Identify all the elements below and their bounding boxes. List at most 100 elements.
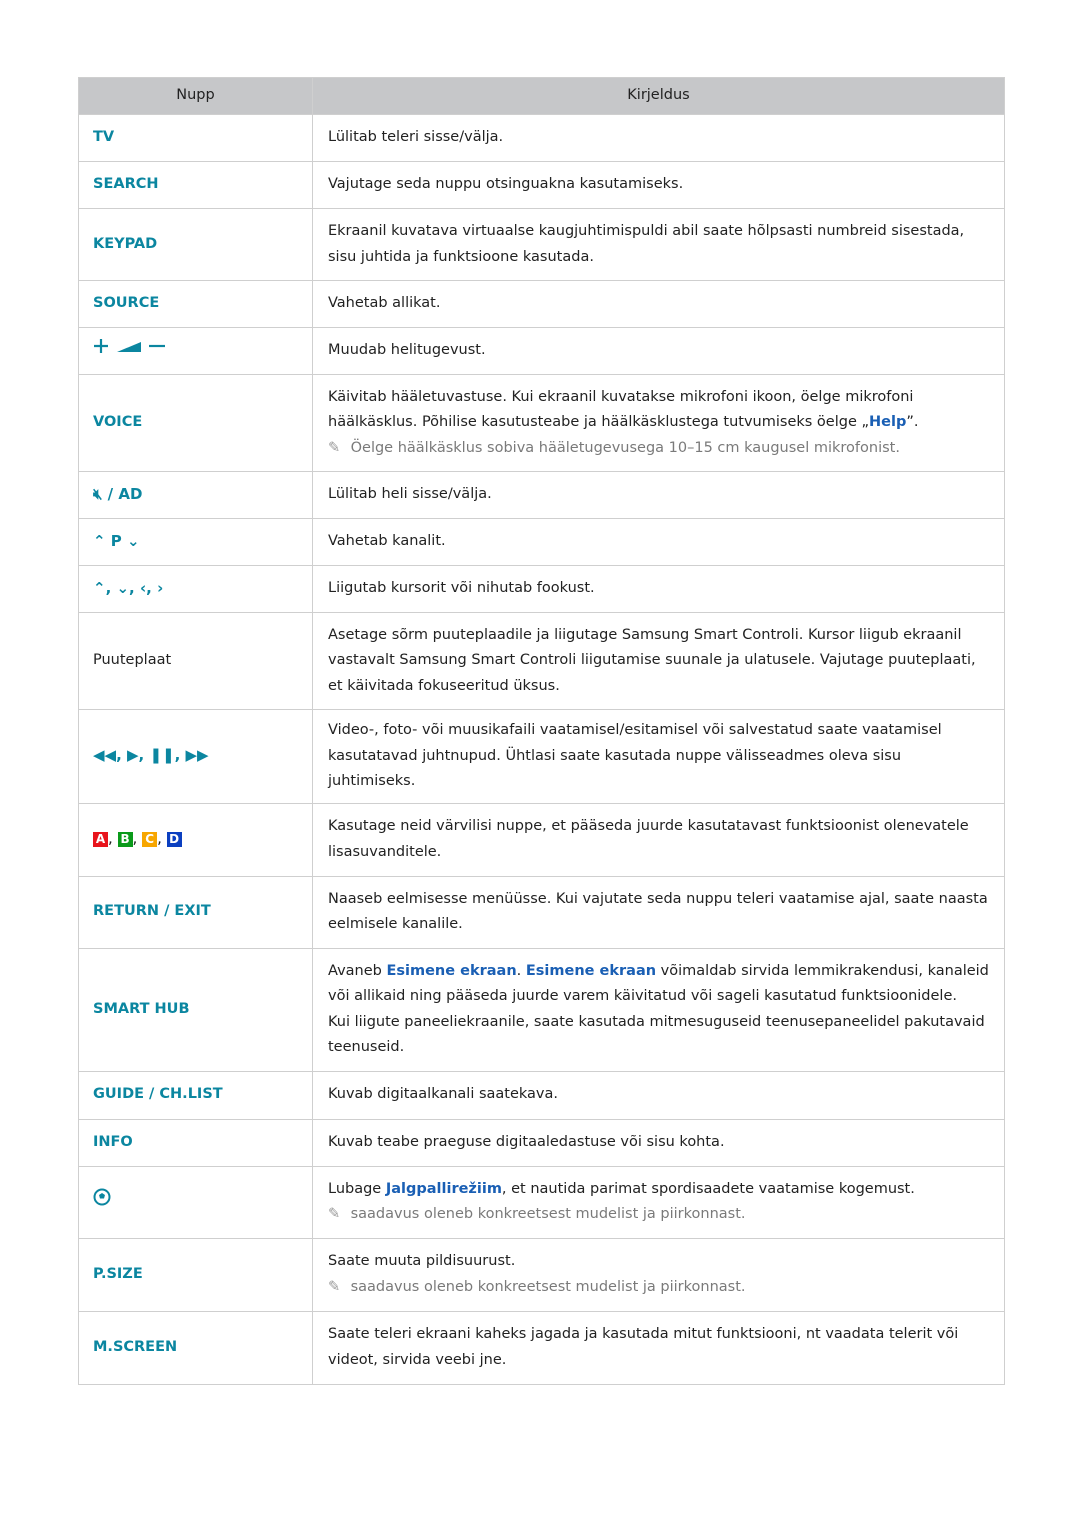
- note: ✎ saadavus oleneb konkreetsest mudelist …: [328, 1202, 990, 1228]
- text-segment: Saate teleri ekraani kaheks jagada ja ka…: [328, 1326, 959, 1368]
- color-icon: A, B, C, D: [93, 829, 182, 848]
- table-row: KEYPAD Ekraanil kuvatava virtuaalse kaugj…: [78, 208, 1005, 281]
- description-cell: Lülitab teleri sisse/välja.: [312, 114, 1005, 162]
- table-row: ⌃ P ⌄ Vahetab kanalit.: [78, 518, 1005, 566]
- description-cell: Vajutage seda nuppu otsinguakna kasutami…: [312, 161, 1005, 209]
- table-row: P.SIZE Saate muuta pildisuurust. ✎ saadavu…: [78, 1237, 1005, 1312]
- description-cell: Asetage sõrm puuteplaadile ja liigutage …: [312, 612, 1005, 710]
- text-segment: .: [516, 962, 526, 979]
- highlight-term: Esimene ekraan: [386, 962, 517, 979]
- button-cell: [78, 1165, 313, 1239]
- highlight-term: Help: [869, 414, 907, 431]
- text-segment: Kuvab teabe praeguse digitaaledastuse võ…: [328, 1133, 725, 1150]
- description-cell: Käivitab hääletuvastuse. Kui ekraanil ku…: [312, 374, 1005, 472]
- description-text: Vahetab kanalit.: [328, 529, 990, 555]
- highlight-term: Jalgpallirežiim: [385, 1180, 502, 1197]
- table-row: SMART HUB Avaneb Esimene ekraan. Esimene …: [78, 947, 1005, 1072]
- button-cell: 🔇︎ / AD: [78, 471, 313, 519]
- note: ✎ Öelge häälkäsklus sobiva hääletugevuse…: [328, 436, 990, 462]
- mute-icon: 🔇︎ / AD: [93, 484, 143, 503]
- description-text: Vajutage seda nuppu otsinguakna kasutami…: [328, 172, 990, 198]
- button-cell: VOICE: [78, 374, 313, 472]
- table-row: INFO Kuvab teabe praeguse digitaaledastus…: [78, 1118, 1005, 1167]
- note-text: saadavus oleneb konkreetsest mudelist ja…: [350, 1206, 746, 1222]
- text-segment: Muudab helitugevust.: [328, 342, 486, 359]
- table-row: SEARCH Vajutage seda nuppu otsinguakna ka…: [78, 161, 1005, 209]
- description-text: Asetage sõrm puuteplaadile ja liigutage …: [328, 623, 990, 700]
- description-text: Muudab helitugevust.: [328, 338, 990, 364]
- highlight-term: Esimene ekraan: [525, 962, 657, 979]
- pencil-icon: ✎: [328, 1206, 341, 1222]
- description-cell: Kasutage neid värvilisi nuppe, et pääsed…: [312, 802, 1005, 877]
- table-header: Nupp Kirjeldus: [78, 77, 1005, 115]
- description-text: Saate teleri ekraani kaheks jagada ja ka…: [328, 1322, 990, 1373]
- table-row: Puuteplaat Asetage sõrm puuteplaadile ja …: [78, 612, 1005, 710]
- table-row: GUIDE / CH.LIST Kuvab digitaalkanali saat…: [78, 1070, 1005, 1120]
- button-cell: SOURCE: [78, 280, 313, 328]
- description-text: Lubage Jalgpallirežiim, et nautida parim…: [328, 1177, 990, 1203]
- media-icon: ◀◀, ▶, ❚❚, ▶▶: [93, 746, 209, 764]
- text-segment: Vahetab kanalit.: [328, 533, 446, 550]
- description-text: Video-, foto- või muusikafaili vaatamise…: [328, 718, 990, 795]
- text-segment: Kuvab digitaalkanali saatekava.: [328, 1086, 559, 1103]
- table-row: A, B, C, D Kasutage neid värvilisi nuppe,…: [78, 802, 1005, 877]
- description-cell: Naaseb eelmisesse menüüsse. Kui vajutate…: [312, 875, 1005, 949]
- button-cell: [78, 327, 313, 375]
- description-cell: Vahetab kanalit.: [312, 518, 1005, 566]
- table-row: Muudab helitugevust.: [78, 327, 1005, 375]
- color-key-c: C: [142, 832, 158, 848]
- button-cell: A, B, C, D: [78, 802, 313, 877]
- description-text: Kuvab teabe praeguse digitaaledastuse võ…: [328, 1130, 990, 1156]
- text-segment: Vajutage seda nuppu otsinguakna kasutami…: [328, 176, 684, 193]
- button-cell: SEARCH: [78, 161, 313, 209]
- table-row: SOURCE Vahetab allikat.: [78, 280, 1005, 328]
- description-text: Naaseb eelmisesse menüüsse. Kui vajutate…: [328, 887, 990, 938]
- description-text: Ekraanil kuvatava virtuaalse kaugjuhtimi…: [328, 219, 990, 270]
- header-description: Kirjeldus: [312, 77, 1005, 115]
- text-segment: Vahetab allikat.: [328, 295, 441, 312]
- description-text: Saate muuta pildisuurust.: [328, 1249, 990, 1275]
- table-row: TV Lülitab teleri sisse/välja.: [78, 114, 1005, 162]
- button-cell: Puuteplaat: [78, 612, 313, 710]
- button-cell: INFO: [78, 1118, 313, 1167]
- description-cell: Video-, foto- või muusikafaili vaatamise…: [312, 709, 1005, 804]
- text-segment: ”.: [906, 414, 919, 431]
- description-text: Kui liigute paneeliekraanile, saate kasu…: [328, 1010, 990, 1061]
- description-text: Käivitab hääletuvastuse. Kui ekraanil ku…: [328, 385, 990, 436]
- button-cell: GUIDE / CH.LIST: [78, 1070, 313, 1120]
- description-cell: Vahetab allikat.: [312, 280, 1005, 328]
- description-cell: Kuvab digitaalkanali saatekava.: [312, 1070, 1005, 1120]
- pencil-icon: ✎: [328, 1278, 341, 1295]
- description-text: Liigutab kursorit või nihutab fookust.: [328, 576, 990, 602]
- text-segment: Avaneb: [328, 962, 387, 979]
- description-cell: Saate muuta pildisuurust. ✎ saadavus olen…: [312, 1237, 1005, 1312]
- table-row: Lubage Jalgpallirežiim, et nautida parim…: [78, 1165, 1005, 1239]
- header-button: Nupp: [78, 77, 313, 115]
- button-cell: P.SIZE: [78, 1237, 313, 1312]
- arrows-icon: ⌃, ⌄, ‹, ›: [93, 578, 164, 597]
- text-segment: Liigutab kursorit või nihutab fookust.: [328, 580, 595, 597]
- description-text: Lülitab teleri sisse/välja.: [328, 125, 990, 151]
- button-cell: M.SCREEN: [78, 1310, 313, 1385]
- table-row: M.SCREEN Saate teleri ekraani kaheks jaga…: [78, 1310, 1005, 1385]
- text-segment: Kui liigute paneeliekraanile, saate kasu…: [328, 1013, 985, 1056]
- description-cell: Ekraanil kuvatava virtuaalse kaugjuhtimi…: [312, 208, 1005, 281]
- table-row: 🔇︎ / AD Lülitab heli sisse/välja.: [78, 471, 1005, 519]
- volume-icon: [93, 339, 167, 359]
- button-cell: ⌃, ⌄, ‹, ›: [78, 565, 313, 613]
- note: ✎ saadavus oleneb konkreetsest mudelist …: [328, 1275, 990, 1301]
- button-cell: RETURN / EXIT: [78, 875, 313, 949]
- text-segment: , et nautida parimat spordisaadete vaata…: [501, 1180, 915, 1197]
- pencil-icon: ✎: [328, 439, 341, 456]
- button-cell: ⌃ P ⌄: [78, 518, 313, 566]
- description-cell: Muudab helitugevust.: [312, 327, 1005, 375]
- football-icon: [93, 1188, 111, 1210]
- remote-buttons-table: Nupp Kirjeldus TV Lülitab teleri sisse/vä…: [78, 77, 1005, 1385]
- table-row: ⌃, ⌄, ‹, › Liigutab kursorit või nihutab …: [78, 565, 1005, 613]
- description-text: Kasutage neid värvilisi nuppe, et pääsed…: [328, 814, 990, 865]
- button-cell: SMART HUB: [78, 947, 313, 1072]
- description-cell: Avaneb Esimene ekraan. Esimene ekraan võ…: [312, 947, 1005, 1072]
- channel-icon: ⌃ P ⌄: [93, 531, 140, 550]
- description-cell: Lubage Jalgpallirežiim, et nautida parim…: [312, 1165, 1005, 1239]
- note-text: Öelge häälkäsklus sobiva hääletugevusega…: [350, 439, 900, 456]
